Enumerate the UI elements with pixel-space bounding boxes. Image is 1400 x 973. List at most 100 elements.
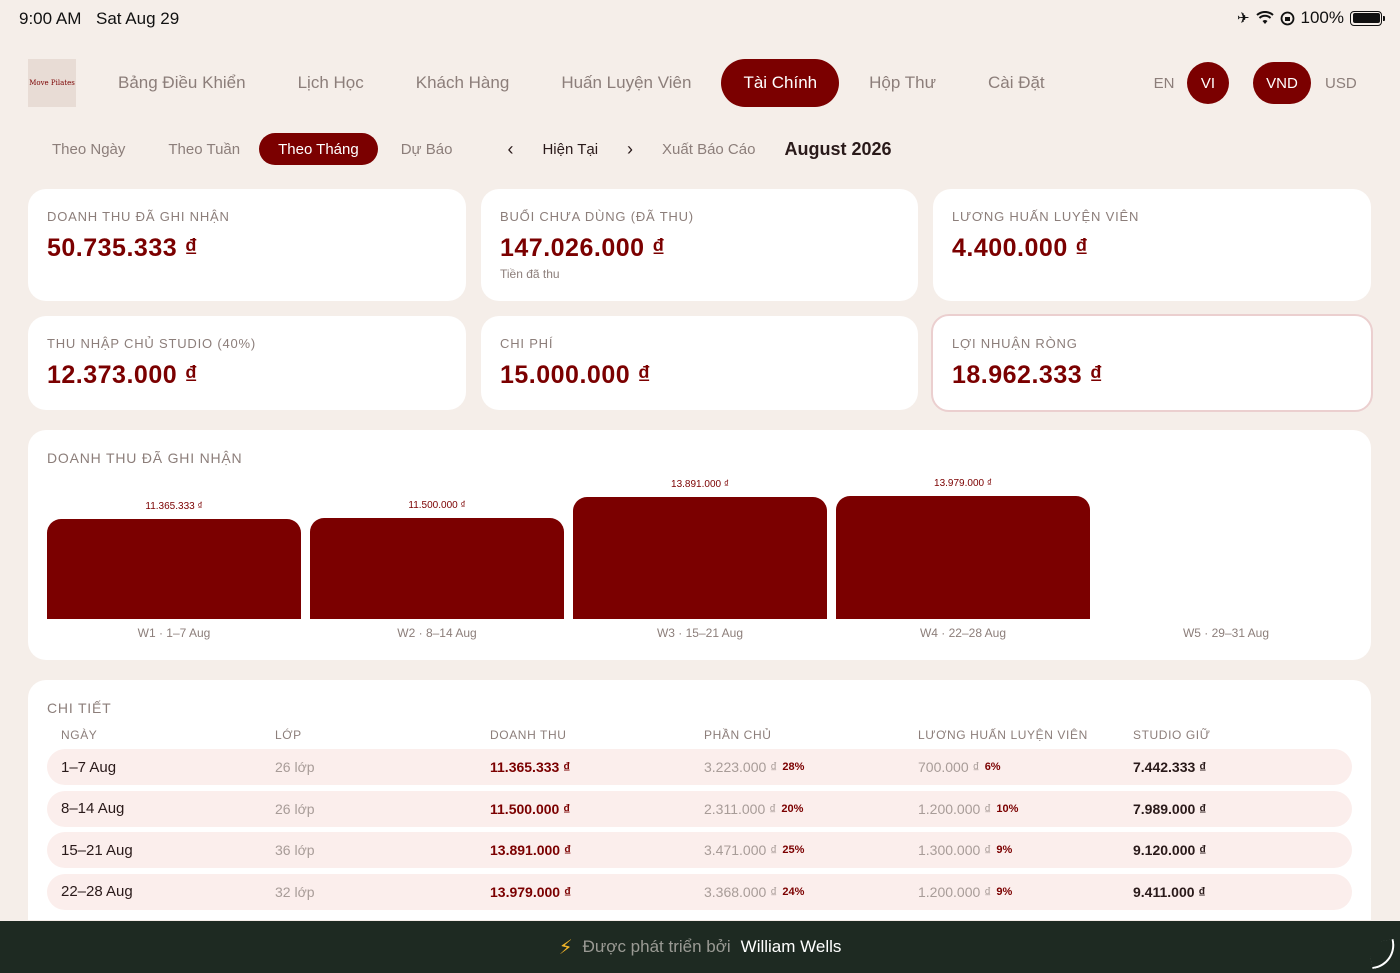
airplane-icon: ✈ xyxy=(1236,10,1250,27)
owner-amount: 3.471.000 ₫ xyxy=(704,842,778,858)
salary-amount: 1.300.000 ₫ xyxy=(918,842,992,858)
row-revenue: 11.365.333 ₫ xyxy=(490,759,571,775)
lang-currency-switch: EN VI VND USD xyxy=(1143,62,1367,104)
stat-value: 18.962.333 ₫ xyxy=(952,361,1103,389)
currency-usd-button[interactable]: USD xyxy=(1315,62,1367,104)
salary-percent: 9% xyxy=(996,885,1013,898)
stat-card-revenue: DOANH THU ĐÃ GHI NHẬN 50.735.333 ₫ xyxy=(28,189,466,301)
row-classes: 32 lớp xyxy=(275,883,315,900)
row-trainer-salary: 1.200.000 ₫ 10% xyxy=(918,791,1018,827)
lang-vi-button[interactable]: VI xyxy=(1187,62,1229,104)
status-date: Sat Aug 29 xyxy=(96,9,180,28)
row-studio-keeps: 9.411.000 ₫ xyxy=(1133,883,1206,900)
row-date: 22–28 Aug xyxy=(61,883,133,900)
table-header-cell: DOANH THU xyxy=(490,728,567,742)
stat-card-owner-income: THU NHẬP CHỦ STUDIO (40%) 12.373.000 ₫ xyxy=(28,316,466,410)
current-period-button[interactable]: Hiện Tại xyxy=(532,133,617,165)
stat-label: CHI PHÍ xyxy=(500,336,554,351)
lang-en-button[interactable]: EN xyxy=(1143,62,1185,104)
stat-label: LỢI NHUẬN RÒNG xyxy=(952,336,1078,351)
chart-title: DOANH THU ĐÃ GHI NHẬN xyxy=(47,450,243,466)
nav-tab[interactable]: Tài Chính xyxy=(721,59,840,107)
chart-bar-value-label: 13.979.000 ₫ xyxy=(934,478,992,489)
currency-vnd-button[interactable]: VND xyxy=(1253,62,1311,104)
footer-credit-prefix: Được phát triển bởi xyxy=(582,937,731,956)
owner-amount: 3.223.000 ₫ xyxy=(704,759,778,775)
logo-text: Move Pilates xyxy=(29,79,75,87)
detail-table: CHI TIẾT NGÀY LỚP DOANH THU PHẦN CHỦ LƯƠNG H… xyxy=(28,680,1371,920)
table-row[interactable]: 8–14 Aug 26 lớp 11.500.000 ₫ 2.311.000 ₫ 20%… xyxy=(47,790,1352,827)
chart-category-label: W1 · 1–7 Aug xyxy=(137,626,211,640)
tab-by-day[interactable]: Theo Ngày xyxy=(28,133,144,165)
table-header-cell: PHẦN CHỦ xyxy=(704,728,772,742)
export-report-button[interactable]: Xuất Báo Cáo xyxy=(652,133,774,165)
salary-percent: 9% xyxy=(996,844,1013,856)
row-date: 15–21 Aug xyxy=(61,841,133,859)
owner-amount: 2.311.000 ₫ xyxy=(704,800,777,817)
row-trainer-salary: 1.200.000 ₫ 9% xyxy=(918,874,1012,910)
owner-percent: 24% xyxy=(782,885,805,898)
tab-forecast[interactable]: Dự Báo xyxy=(378,133,472,165)
stat-card-expenses: CHI PHÍ 15.000.000 ₫ xyxy=(481,316,918,410)
row-date: 8–14 Aug xyxy=(61,800,125,817)
chart-category-label: W3 · 15–21 Aug xyxy=(656,626,744,640)
row-revenue: 13.979.000 ₫ xyxy=(490,883,572,900)
nav-tab[interactable]: Khách Hàng xyxy=(394,59,532,107)
nav-tab[interactable]: Lịch Học xyxy=(276,59,386,107)
orientation-lock-icon xyxy=(1280,11,1294,25)
table-header-cell: LƯƠNG HUẤN LUYỆN VIÊN xyxy=(918,728,1088,742)
chart-category-label: W4 · 22–28 Aug xyxy=(919,626,1007,640)
stat-card-unused-sessions: BUỔI CHƯA DÙNG (ĐÃ THU) 147.026.000 ₫ Ti… xyxy=(481,189,918,301)
salary-amount: 1.200.000 ₫ xyxy=(918,883,992,900)
salary-percent: 6% xyxy=(984,761,1001,773)
footer: ⚡ Được phát triển bởi William Wells xyxy=(0,921,1400,973)
chart-category-label: W5 · 29–31 Aug xyxy=(1182,626,1270,640)
studio-logo[interactable]: Move Pilates xyxy=(28,59,76,107)
nav-tab[interactable]: Huấn Luyện Viên xyxy=(539,59,713,107)
status-bar: 9:00 AM Sat Aug 29 ✈ 100% xyxy=(0,0,1400,38)
tab-by-month[interactable]: Theo Tháng xyxy=(259,133,378,165)
row-trainer-salary: 1.300.000 ₫ 9% xyxy=(918,832,1012,868)
table-row[interactable]: 1–7 Aug 26 lớp 11.365.333 ₫ 3.223.000 ₫ 28% 7… xyxy=(47,749,1352,785)
row-date: 1–7 Aug xyxy=(61,758,117,776)
row-classes: 36 lớp xyxy=(275,842,315,858)
stat-card-trainer-salary: LƯƠNG HUẤN LUYỆN VIÊN 4.400.000 ₫ xyxy=(933,189,1371,301)
table-title: CHI TIẾT xyxy=(47,700,112,716)
row-classes: 26 lớp xyxy=(275,759,315,775)
row-trainer-salary: 700.000 ₫ 6% xyxy=(918,749,1001,785)
table-row[interactable]: 15–21 Aug 36 lớp 13.891.000 ₫ 3.471.000 ₫ 25… xyxy=(47,832,1352,868)
row-owner-share: 3.471.000 ₫ 25% xyxy=(704,832,804,868)
chart-bar xyxy=(573,497,827,619)
status-right: ✈ 100% xyxy=(1236,8,1385,28)
row-studio-keeps: 7.442.333 ₫ xyxy=(1133,759,1207,775)
table-row[interactable]: 22–28 Aug 32 lớp 13.979.000 ₫ 3.368.000 ₫ 24… xyxy=(47,873,1352,910)
row-revenue: 11.500.000 ₫ xyxy=(490,800,571,817)
revenue-chart: DOANH THU ĐÃ GHI NHẬN 11.365.333 ₫ W1 · 1… xyxy=(28,430,1371,660)
chart-category-label: W2 · 8–14 Aug xyxy=(397,626,477,640)
table-header-cell: NGÀY xyxy=(61,728,98,742)
owner-percent: 25% xyxy=(782,844,805,856)
nav-tab[interactable]: Bảng Điều Khiển xyxy=(96,59,268,107)
prev-period-button[interactable]: ‹ xyxy=(471,133,532,165)
stat-label: DOANH THU ĐÃ GHI NHẬN xyxy=(47,209,230,224)
row-studio-keeps: 9.120.000 ₫ xyxy=(1133,842,1207,858)
chart-bar-value-label: 11.500.000 ₫ xyxy=(408,500,466,511)
row-owner-share: 3.223.000 ₫ 28% xyxy=(704,749,804,785)
owner-amount: 3.368.000 ₫ xyxy=(704,883,778,900)
next-period-button[interactable]: › xyxy=(617,133,652,165)
stat-value: 15.000.000 ₫ xyxy=(500,361,651,389)
stat-value: 147.026.000 ₫ xyxy=(500,234,666,262)
stat-value: 50.735.333 ₫ xyxy=(47,234,198,262)
salary-percent: 10% xyxy=(996,802,1019,815)
row-revenue: 13.891.000 ₫ xyxy=(490,842,572,858)
battery-icon xyxy=(1350,10,1385,26)
wifi-icon xyxy=(1255,11,1274,24)
stat-subtext: Tiền đã thu xyxy=(500,267,560,281)
chart-bar xyxy=(47,519,301,619)
row-owner-share: 2.311.000 ₫ 20% xyxy=(704,791,803,827)
tab-by-week[interactable]: Theo Tuần xyxy=(144,133,259,165)
nav-tab[interactable]: Cài Đặt xyxy=(966,59,1067,107)
owner-percent: 20% xyxy=(781,802,804,815)
salary-amount: 1.200.000 ₫ xyxy=(918,800,992,817)
nav-tab[interactable]: Hộp Thư xyxy=(847,59,958,107)
